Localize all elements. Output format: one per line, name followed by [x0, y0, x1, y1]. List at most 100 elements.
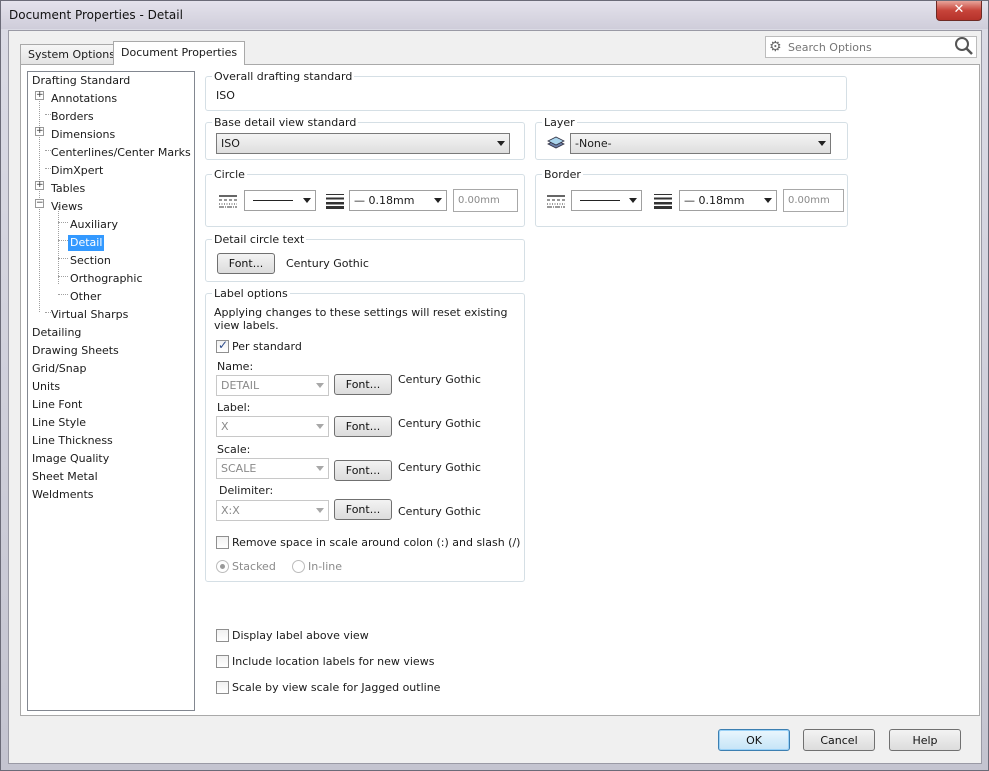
- circle-thickness-select[interactable]: — 0.18mm: [349, 190, 447, 211]
- chevron-down-icon: [316, 424, 324, 429]
- options-tree[interactable]: + + + − Drafting Standard Annotations Bo…: [27, 71, 195, 711]
- tree-item-views[interactable]: Views: [51, 199, 83, 215]
- search-icon[interactable]: [954, 36, 974, 56]
- tree-item-line-thickness[interactable]: Line Thickness: [32, 433, 113, 449]
- select-value: DETAIL: [221, 379, 260, 392]
- circle-custom-thickness-input[interactable]: 0.00mm: [453, 189, 518, 212]
- dialog-client: System Options Document Properties ⚙ + +…: [8, 30, 982, 764]
- per-standard-checkbox[interactable]: [216, 338, 229, 353]
- collapse-icon[interactable]: −: [35, 199, 44, 208]
- chevron-down-icon: [497, 141, 505, 146]
- delimiter-font-button[interactable]: Font...: [334, 499, 392, 520]
- tree-item-dimxpert[interactable]: DimXpert: [51, 163, 103, 179]
- search-input[interactable]: [786, 39, 946, 55]
- inline-radio[interactable]: [292, 560, 305, 573]
- border-label: Border: [542, 168, 583, 181]
- tree-item-weldments[interactable]: Weldments: [32, 487, 94, 503]
- cancel-button[interactable]: Cancel: [803, 729, 875, 751]
- expand-icon[interactable]: +: [35, 91, 44, 100]
- base-detail-standard-select[interactable]: ISO: [216, 133, 510, 154]
- label-options-group: Label options Applying changes to these …: [205, 287, 525, 582]
- chevron-down-icon: [303, 198, 311, 203]
- tree-item-image-quality[interactable]: Image Quality: [32, 451, 109, 467]
- delimiter-select[interactable]: X:X: [216, 500, 329, 521]
- tree-item-borders[interactable]: Borders: [51, 109, 94, 125]
- label-select[interactable]: X: [216, 416, 329, 437]
- circle-label: Circle: [212, 168, 247, 181]
- title-bar[interactable]: Document Properties - Detail ✕: [1, 1, 988, 29]
- tab-label: Document Properties: [121, 46, 238, 59]
- stacked-label: Stacked: [232, 560, 276, 573]
- tree-item-detailing[interactable]: Detailing: [32, 325, 81, 341]
- detail-circle-text-group: Detail circle text Font... Century Gothi…: [205, 233, 525, 282]
- chevron-down-icon: [818, 141, 826, 146]
- tree-item-annotations[interactable]: Annotations: [51, 91, 117, 107]
- chevron-down-icon: [316, 466, 324, 471]
- tree-item-auxiliary[interactable]: Auxiliary: [70, 217, 118, 233]
- tree-item-dimensions[interactable]: Dimensions: [51, 127, 115, 143]
- ok-button[interactable]: OK: [718, 729, 790, 751]
- remove-space-checkbox[interactable]: [216, 536, 229, 549]
- tree-item-tables[interactable]: Tables: [51, 181, 85, 197]
- tree-item-centerlines[interactable]: Centerlines/Center Marks: [51, 145, 191, 161]
- select-value: X: [221, 420, 229, 433]
- tree-item-detail[interactable]: Detail: [68, 235, 105, 251]
- tree-item-units[interactable]: Units: [32, 379, 60, 395]
- tab-system-options[interactable]: System Options: [20, 44, 123, 64]
- include-location-label: Include location labels for new views: [232, 655, 435, 668]
- layer-group: Layer -None-: [535, 116, 848, 160]
- tree-item-drafting-standard[interactable]: Drafting Standard: [32, 73, 130, 89]
- display-label-checkbox[interactable]: [216, 629, 229, 642]
- tree-item-section[interactable]: Section: [70, 253, 111, 269]
- remove-space-label: Remove space in scale around colon (:) a…: [232, 536, 521, 549]
- select-value: — 0.18mm: [354, 194, 415, 207]
- scale-select[interactable]: SCALE: [216, 458, 329, 479]
- name-select[interactable]: DETAIL: [216, 375, 329, 396]
- tab-panel: + + + − Drafting Standard Annotations Bo…: [20, 64, 980, 716]
- gear-icon[interactable]: ⚙: [769, 39, 782, 55]
- circle-line-style-select[interactable]: [244, 190, 316, 211]
- delimiter-caption: Delimiter:: [219, 484, 274, 497]
- scale-font-button[interactable]: Font...: [334, 460, 392, 481]
- border-line-style-select[interactable]: [571, 190, 642, 211]
- border-custom-thickness-input[interactable]: 0.00mm: [783, 189, 844, 212]
- name-caption: Name:: [217, 360, 254, 373]
- label-caption: Label:: [217, 401, 251, 414]
- tree-item-orthographic[interactable]: Orthographic: [70, 271, 143, 287]
- name-font-name: Century Gothic: [398, 373, 481, 386]
- tree-item-grid-snap[interactable]: Grid/Snap: [32, 361, 86, 377]
- tab-label: System Options: [28, 48, 115, 61]
- tree-item-sheet-metal[interactable]: Sheet Metal: [32, 469, 98, 485]
- tree-item-line-style[interactable]: Line Style: [32, 415, 86, 431]
- tree-item-other[interactable]: Other: [70, 289, 101, 305]
- name-font-button[interactable]: Font...: [334, 374, 392, 395]
- tab-document-properties[interactable]: Document Properties: [113, 41, 246, 65]
- chevron-down-icon: [434, 198, 442, 203]
- chevron-down-icon: [764, 198, 772, 203]
- select-value: — 0.18mm: [684, 194, 745, 207]
- select-value: ISO: [221, 137, 240, 150]
- expand-icon[interactable]: +: [35, 181, 44, 190]
- tree-item-drawing-sheets[interactable]: Drawing Sheets: [32, 343, 119, 359]
- label-options-label: Label options: [212, 287, 290, 300]
- border-thickness-select[interactable]: — 0.18mm: [679, 190, 777, 211]
- help-button[interactable]: Help: [889, 729, 961, 751]
- base-detail-standard-label: Base detail view standard: [212, 116, 359, 129]
- stacked-radio[interactable]: [216, 560, 229, 573]
- expand-icon[interactable]: +: [35, 127, 44, 136]
- scale-jagged-checkbox[interactable]: [216, 681, 229, 694]
- select-value: X:X: [221, 504, 240, 517]
- tree-item-line-font[interactable]: Line Font: [32, 397, 82, 413]
- scale-jagged-label: Scale by view scale for Jagged outline: [232, 681, 441, 694]
- label-font-button[interactable]: Font...: [334, 416, 392, 437]
- select-value: SCALE: [221, 462, 257, 475]
- layer-select[interactable]: -None-: [570, 133, 831, 154]
- detail-circle-font-button[interactable]: Font...: [217, 253, 275, 274]
- line-sample: [580, 200, 620, 201]
- close-button[interactable]: ✕: [936, 1, 982, 21]
- include-location-checkbox[interactable]: [216, 655, 229, 668]
- tree-item-virtual-sharps[interactable]: Virtual Sharps: [51, 307, 128, 323]
- line-thickness-icon: [654, 194, 672, 209]
- detail-circle-text-label: Detail circle text: [212, 233, 307, 246]
- scale-caption: Scale:: [217, 443, 251, 456]
